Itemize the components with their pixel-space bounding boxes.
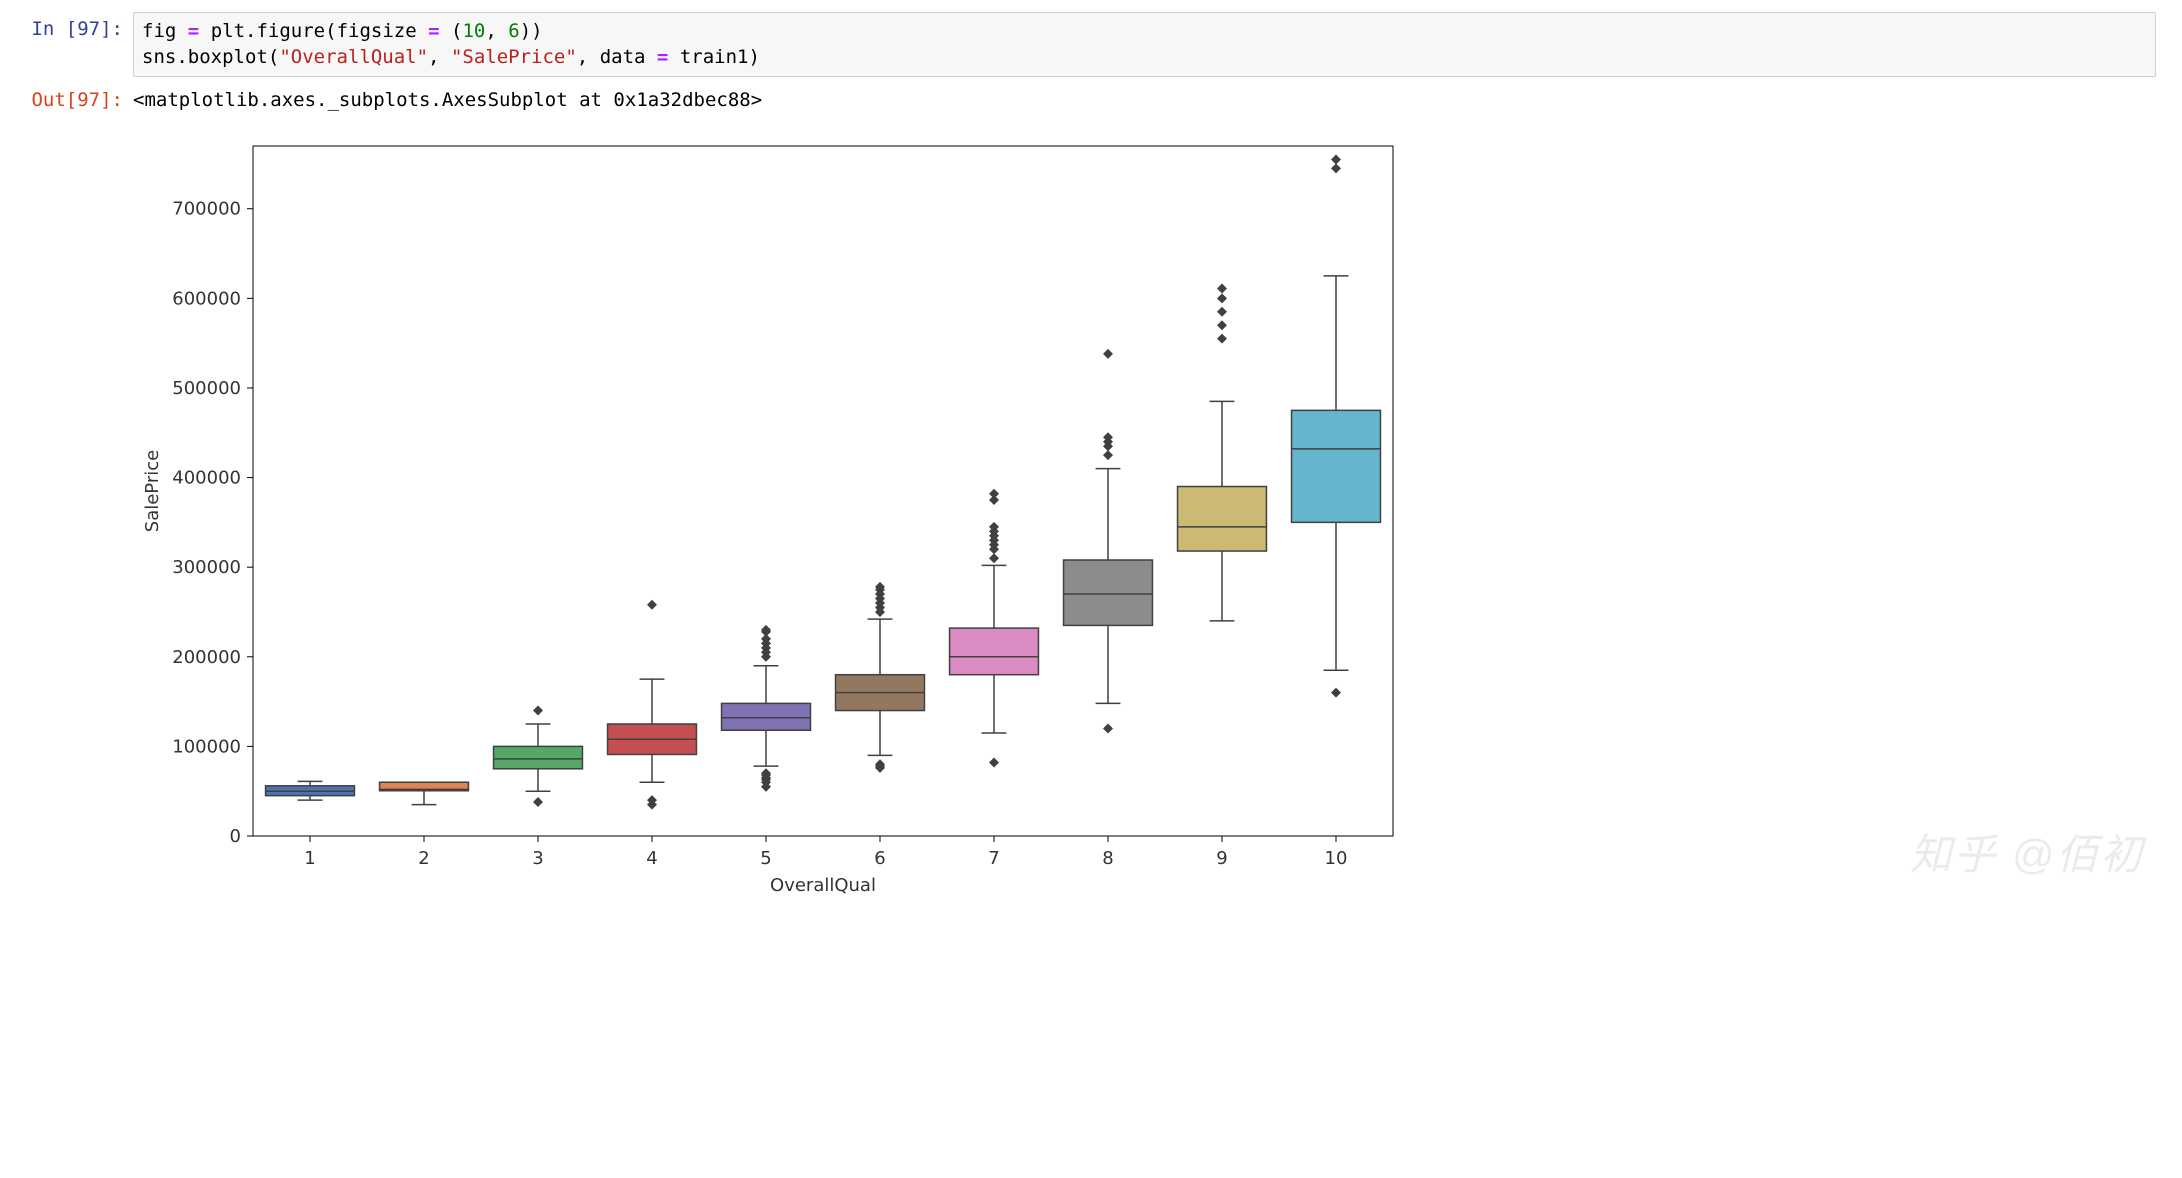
outlier [1103, 724, 1113, 734]
ytick-label: 600000 [172, 289, 241, 310]
box-5 [722, 625, 811, 792]
code-token: = [657, 46, 668, 68]
boxplot-chart: 0 100000 200000 300000 400000 500000 600000 700… [133, 136, 2164, 896]
box-4 [608, 600, 697, 810]
output-text: <matplotlib.axes._subplots.AxesSubplot a… [133, 83, 762, 111]
outlier [989, 553, 999, 563]
code-token: fig [142, 20, 176, 42]
input-prompt: In [97]: [18, 12, 133, 40]
xtick-label: 8 [1102, 848, 1113, 869]
box-3 [494, 706, 583, 807]
code-token: ) [520, 20, 531, 42]
xtick-label: 6 [874, 848, 885, 869]
box-8 [1064, 349, 1153, 734]
code-editor[interactable]: fig = plt.figure(figsize = (10, 6)) sns.… [133, 12, 2156, 77]
code-token: . [245, 20, 256, 42]
code-token: figsize [337, 20, 417, 42]
code-token: ( [325, 20, 336, 42]
ytick-label: 200000 [172, 647, 241, 668]
box-2 [380, 783, 469, 805]
outlier [1103, 349, 1113, 359]
code-token: ) [531, 20, 542, 42]
code-token: data [600, 46, 646, 68]
xtick-label: 5 [760, 848, 771, 869]
outlier [1217, 294, 1227, 304]
ytick-label: 500000 [172, 378, 241, 399]
ytick-label: 700000 [172, 199, 241, 220]
x-axis-label: OverallQual [770, 875, 876, 896]
outlier [1331, 688, 1341, 698]
box-10 [1292, 155, 1381, 698]
outlier [533, 706, 543, 716]
y-axis-label: SalePrice [142, 450, 163, 532]
code-token: 10 [462, 20, 485, 42]
code-token: , [577, 46, 588, 68]
xtick-label: 3 [532, 848, 543, 869]
xtick-label: 4 [646, 848, 657, 869]
outlier [761, 625, 771, 635]
box-7 [950, 489, 1039, 768]
code-token: = [428, 20, 439, 42]
outlier [1217, 321, 1227, 331]
box-6 [836, 582, 925, 773]
outlier [1331, 164, 1341, 174]
ytick-label: 100000 [172, 737, 241, 758]
output-prompt: Out[97]: [18, 83, 133, 111]
code-token: figure [256, 20, 325, 42]
box-1 [266, 782, 355, 801]
box-9 [1178, 284, 1267, 621]
code-token: ( [268, 46, 279, 68]
watermark: 知乎 @佰初 [1910, 821, 2144, 882]
code-token: boxplot [188, 46, 268, 68]
outlier [989, 758, 999, 768]
code-token: , [428, 46, 439, 68]
code-token: . [176, 46, 187, 68]
code-token: = [188, 20, 199, 42]
chart-svg: 0 100000 200000 300000 400000 500000 600000 700… [133, 136, 1403, 896]
xtick-label: 10 [1325, 848, 1348, 869]
outlier [647, 600, 657, 610]
ytick-label: 0 [230, 826, 241, 847]
output-cell: Out[97]: <matplotlib.axes._subplots.Axes… [18, 83, 2164, 111]
ytick-label: 300000 [172, 557, 241, 578]
xtick-label: 9 [1216, 848, 1227, 869]
code-token: ) [748, 46, 759, 68]
outlier [1217, 307, 1227, 317]
outlier [1331, 155, 1341, 165]
xtick-label: 7 [988, 848, 999, 869]
outlier [1217, 284, 1227, 294]
ytick-label: 400000 [172, 468, 241, 489]
xtick-label: 1 [304, 848, 315, 869]
code-token: plt [211, 20, 245, 42]
code-token: "SalePrice" [451, 46, 577, 68]
xtick-label: 2 [418, 848, 429, 869]
outlier [989, 489, 999, 499]
outlier [533, 797, 543, 807]
code-token: ( [451, 20, 462, 42]
notebook-page: In [97]: fig = plt.figure(figsize = (10,… [0, 0, 2182, 908]
code-token: , [485, 20, 496, 42]
outlier [1103, 450, 1113, 460]
code-token: sns [142, 46, 176, 68]
code-token: train1 [680, 46, 749, 68]
outlier [1217, 334, 1227, 344]
code-token: "OverallQual" [279, 46, 428, 68]
code-token: 6 [508, 20, 519, 42]
input-cell: In [97]: fig = plt.figure(figsize = (10,… [18, 12, 2164, 77]
